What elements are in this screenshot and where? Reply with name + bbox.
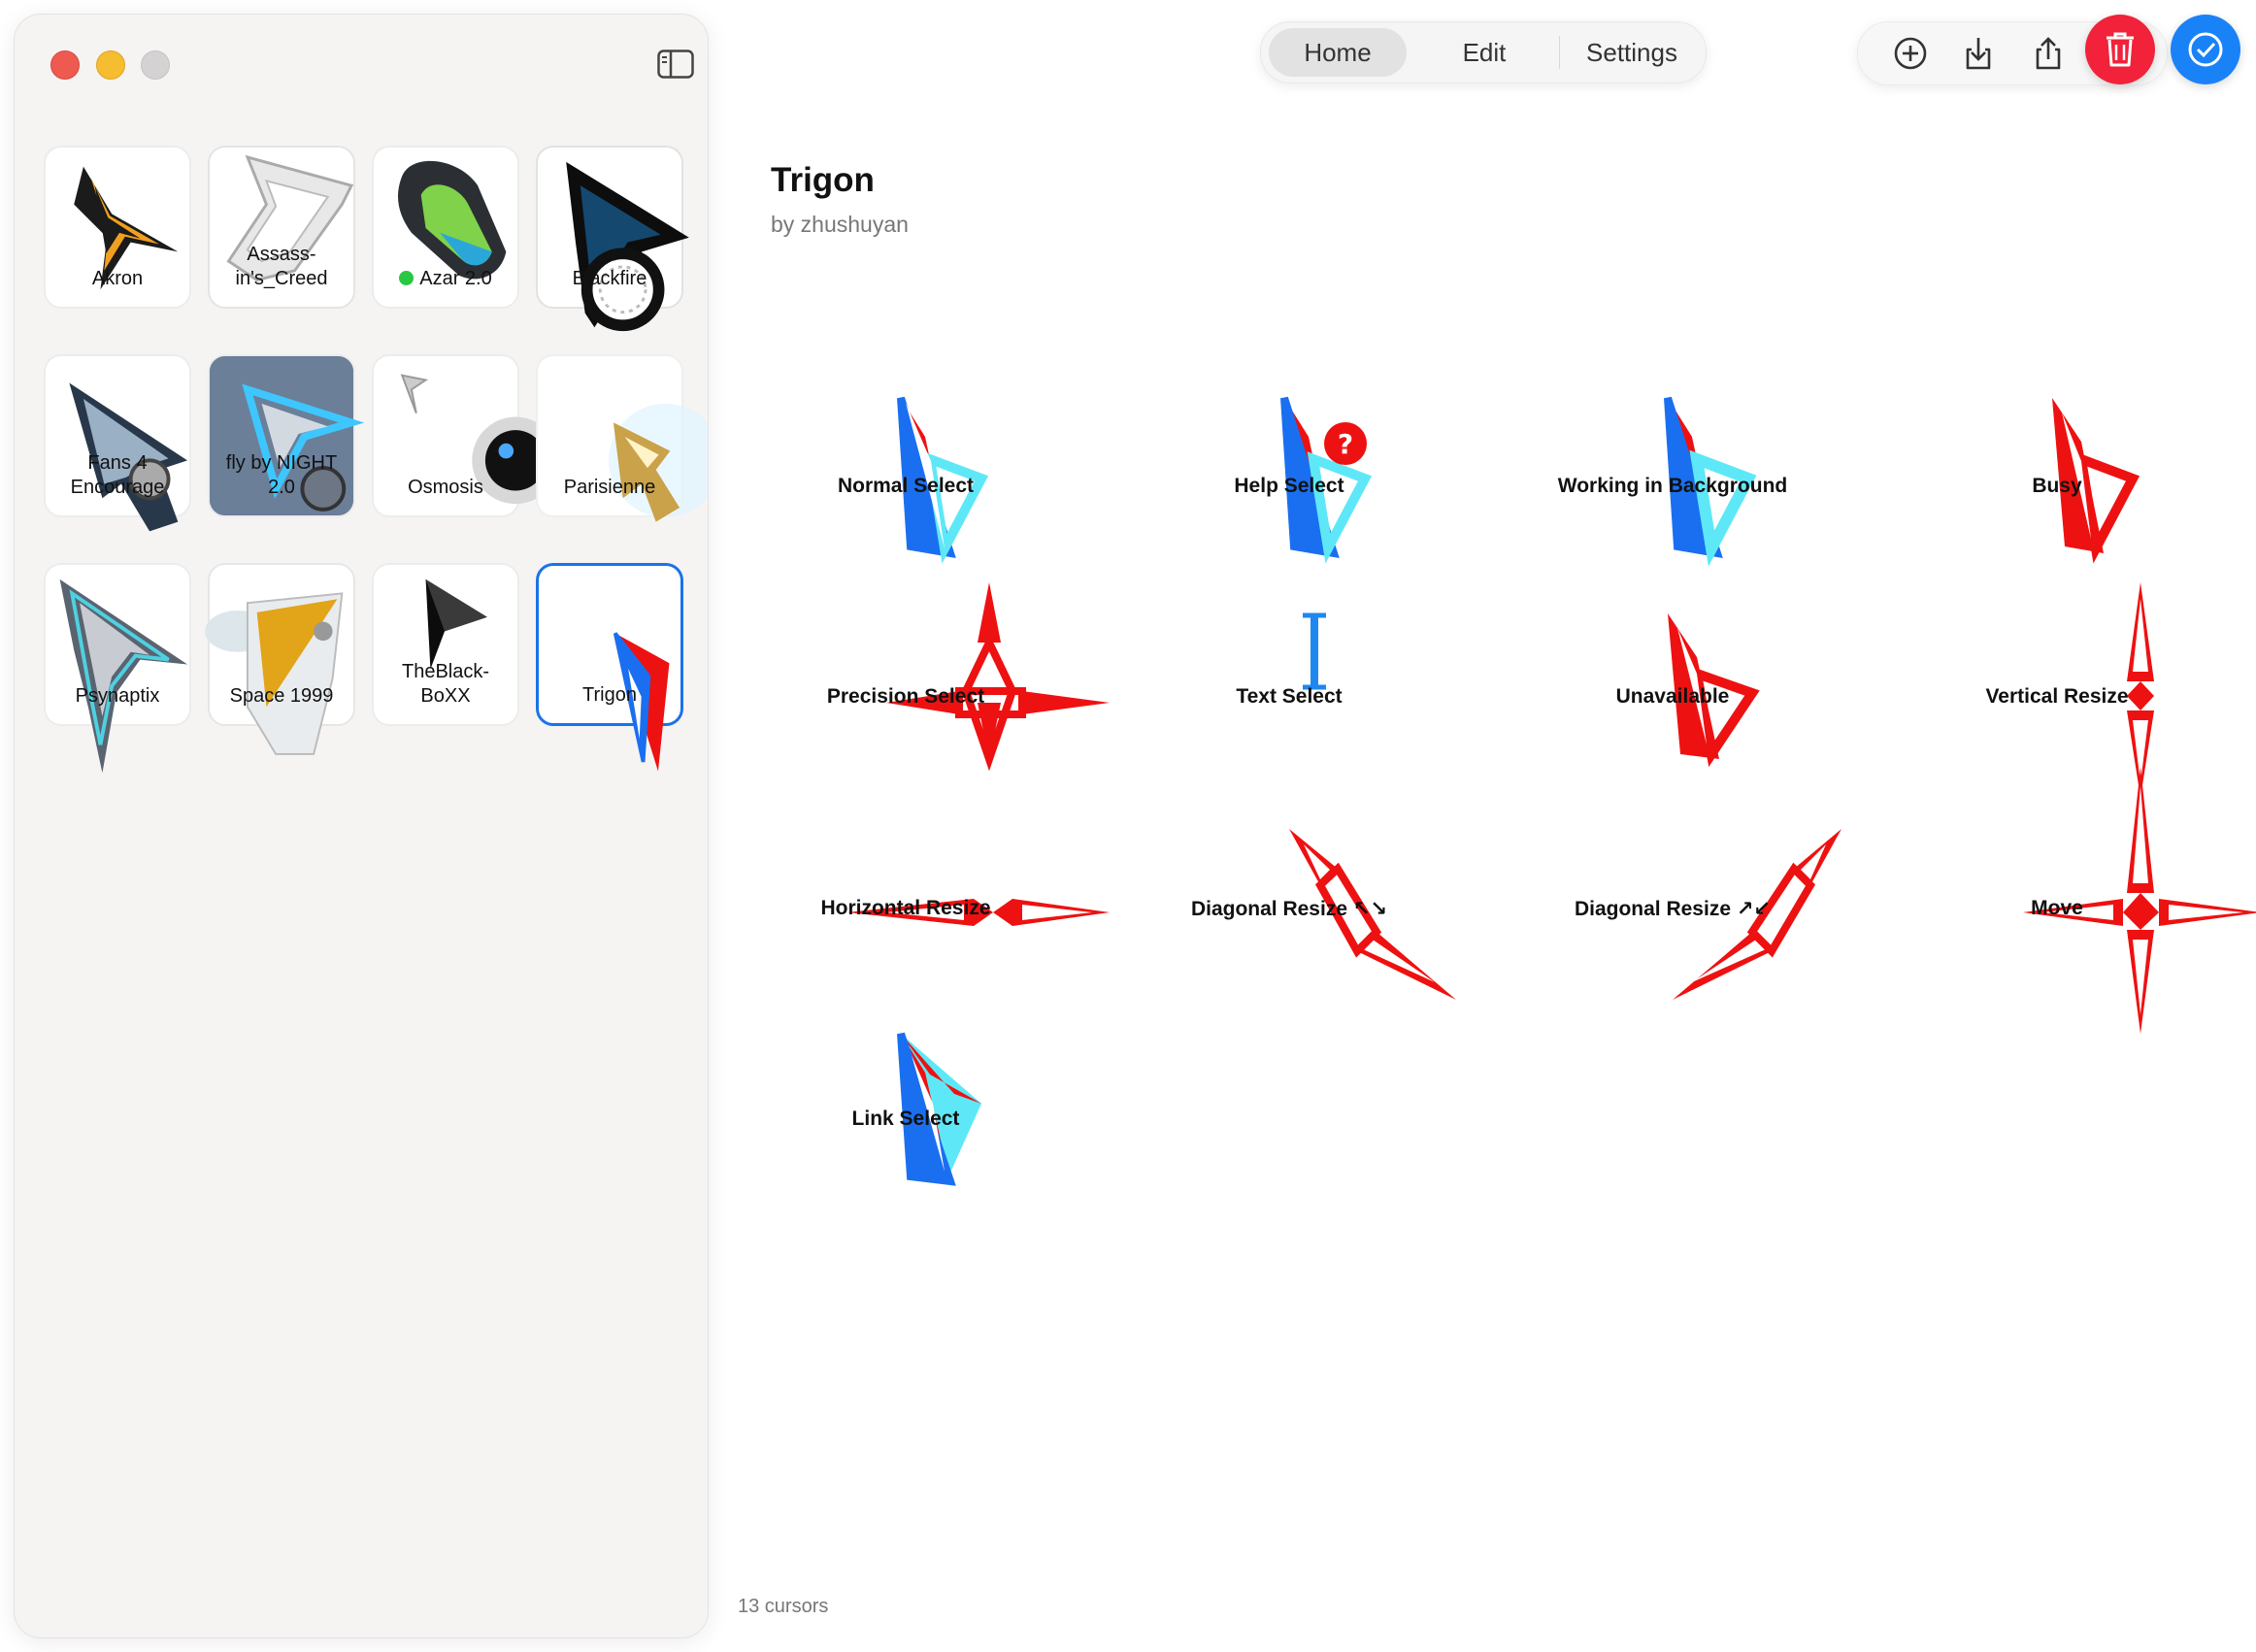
cursor-cell-working-in-background[interactable]: Working in Background: [1498, 393, 1847, 587]
delete-theme-button[interactable]: [2085, 15, 2155, 84]
cursor-label: Vertical Resize: [1985, 685, 2129, 708]
theme-tile-theblackboxx[interactable]: TheBlack- BoXX: [372, 563, 519, 726]
theme-name: Blackfire: [572, 268, 647, 289]
cursor-label: Move: [2031, 897, 2083, 919]
theme-tile-azar[interactable]: Azar 2.0: [372, 146, 519, 309]
cursor-label: Help Select: [1234, 475, 1344, 497]
theme-author: by zhushuyan: [771, 212, 909, 237]
cursor-cell-help-select[interactable]: ? Help Select: [1114, 393, 1464, 587]
theme-tile-psynaptix[interactable]: Psynaptix: [44, 563, 191, 774]
cursor-label: Normal Select: [837, 475, 975, 497]
cursor-label: Text Select: [1236, 685, 1343, 708]
theme-name: Osmosis: [408, 477, 483, 498]
cursor-label: Diagonal Resize ↗↙: [1574, 898, 1772, 920]
import-icon[interactable]: [1961, 36, 1996, 71]
theme-name: Space 1999: [229, 685, 334, 707]
tab-settings[interactable]: Settings: [1564, 28, 1700, 77]
sidebar: Akron Assass- in's_Creed Azar 2.0 Blackf…: [14, 14, 709, 1638]
theme-tile-parisienne[interactable]: Parisienne: [536, 354, 708, 522]
tab-edit[interactable]: Edit: [1416, 28, 1552, 77]
theme-tile-space-1999[interactable]: Space 1999: [205, 563, 355, 755]
view-segmented-control: Home Edit Settings: [1260, 21, 1707, 83]
cursor-label: Horizontal Resize: [820, 897, 991, 919]
tab-home[interactable]: Home: [1269, 28, 1407, 77]
theme-name: TheBlack- BoXX: [401, 661, 490, 707]
apply-theme-button[interactable]: [2171, 15, 2240, 84]
close-window-button[interactable]: [50, 50, 80, 80]
cursor-cell-diagonal-resize-nw-se[interactable]: Diagonal Resize ↖↘: [1114, 815, 1464, 1009]
cursor-label: Link Select: [851, 1107, 960, 1130]
checkmark-icon: [2188, 32, 2223, 67]
share-icon[interactable]: [2031, 36, 2066, 71]
theme-tile-trigon[interactable]: Trigon: [536, 563, 683, 772]
cursor-cell-move[interactable]: Move: [1882, 767, 2256, 1034]
theme-name: Parisienne: [563, 477, 656, 498]
cursor-cell-precision-select[interactable]: Precision Select: [731, 582, 1110, 798]
cursor-label: Busy: [2032, 475, 2082, 497]
cursor-cell-vertical-resize[interactable]: Vertical Resize: [1882, 582, 2232, 798]
cursor-cell-text-select[interactable]: Text Select: [1114, 604, 1464, 798]
theme-name: Trigon: [582, 684, 637, 706]
theme-name: Akron: [91, 268, 144, 289]
theme-name: Fans 4 Encourage: [70, 452, 165, 498]
zoom-window-button[interactable]: [141, 50, 170, 80]
theme-name: Psynaptix: [75, 685, 160, 707]
theme-name: fly by NIGHT 2.0: [225, 452, 338, 498]
svg-text:?: ?: [1338, 428, 1353, 460]
cursor-cell-link-select[interactable]: Link Select: [731, 1026, 1080, 1220]
theme-tile-akron[interactable]: Akron: [44, 146, 191, 309]
segment-divider: [1559, 36, 1560, 69]
theme-title: Trigon: [771, 161, 875, 199]
theme-tile-assassins-creed[interactable]: Assass- in's_Creed: [208, 146, 355, 309]
minimize-window-button[interactable]: [96, 50, 125, 80]
cursor-cell-busy[interactable]: Busy: [1882, 393, 2232, 587]
cursor-count: 13 cursors: [738, 1596, 829, 1617]
theme-tile-blackfire[interactable]: Blackfire: [536, 146, 689, 332]
cursor-cell-horizontal-resize[interactable]: Horizontal Resize: [731, 815, 1110, 1009]
cursor-label: Working in Background: [1557, 475, 1788, 497]
theme-tile-osmosis[interactable]: Osmosis: [372, 354, 559, 517]
active-status-dot: [399, 271, 415, 285]
trash-icon: [2107, 32, 2134, 67]
cursor-cell-diagonal-resize-ne-sw[interactable]: Diagonal Resize ↗↙: [1498, 815, 1847, 1009]
theme-name: Assass- in's_Creed: [235, 244, 328, 289]
add-icon[interactable]: [1893, 36, 1928, 71]
cursor-label: Unavailable: [1615, 685, 1730, 708]
theme-name: Azar 2.0: [393, 267, 497, 307]
theme-tile-fans-4-encourage[interactable]: Fans 4 Encourage: [44, 354, 191, 532]
sidebar-toggle-icon[interactable]: [657, 50, 694, 79]
cursor-label: Diagonal Resize ↖↘: [1190, 898, 1388, 920]
cursor-label: Precision Select: [826, 685, 985, 708]
theme-tile-fly-by-night[interactable]: fly by NIGHT 2.0: [208, 354, 365, 517]
theme-grid: Akron Assass- in's_Creed Azar 2.0 Blackf…: [44, 146, 708, 774]
cursor-cell-unavailable[interactable]: Unavailable: [1498, 604, 1847, 798]
cursor-cell-normal-select[interactable]: Normal Select: [731, 393, 1080, 587]
